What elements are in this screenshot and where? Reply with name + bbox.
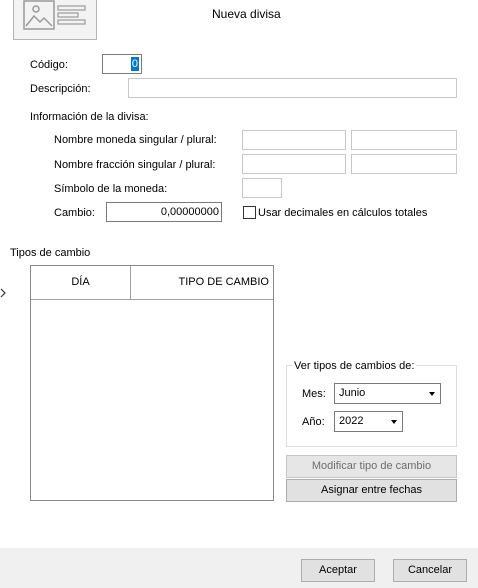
ver-tipos-label: Ver tipos de cambios de: bbox=[292, 359, 417, 373]
codigo-input[interactable]: 0 bbox=[102, 54, 142, 74]
modificar-tipo-button[interactable]: Modificar tipo de cambio bbox=[286, 455, 457, 478]
grid-header-dia[interactable]: DÍA bbox=[31, 266, 131, 299]
nombre-fraccion-plural-input[interactable] bbox=[351, 154, 457, 174]
nombre-moneda-singular-input[interactable] bbox=[242, 130, 346, 150]
descripcion-label: Descripción: bbox=[30, 83, 91, 95]
chevron-down-icon bbox=[391, 420, 397, 424]
ano-select[interactable]: 2022 bbox=[334, 411, 403, 432]
grid-header-dia-label: DÍA bbox=[71, 276, 90, 288]
ano-label: Año: bbox=[302, 416, 325, 428]
nombre-fraccion-label: Nombre fracción singular / plural: bbox=[54, 159, 216, 171]
nombre-fraccion-singular-input[interactable] bbox=[242, 154, 346, 174]
row-pointer-icon bbox=[0, 288, 6, 298]
chevron-down-icon bbox=[429, 392, 435, 396]
tipos-cambio-grid[interactable]: DÍA TIPO DE CAMBIO bbox=[30, 265, 274, 501]
mes-select[interactable]: Junio bbox=[334, 383, 441, 404]
dialog-title: Nueva divisa bbox=[212, 7, 281, 21]
grid-header-tipo-label: TIPO DE CAMBIO bbox=[178, 276, 269, 288]
mes-value: Junio bbox=[339, 387, 366, 399]
codigo-value: 0 bbox=[130, 57, 139, 71]
aceptar-button[interactable]: Aceptar bbox=[301, 559, 375, 582]
cambio-label: Cambio: bbox=[54, 207, 95, 219]
id-card-icon bbox=[13, 0, 97, 40]
simbolo-label: Símbolo de la moneda: bbox=[54, 183, 168, 195]
usar-decimales-label[interactable]: Usar decimales en cálculos totales bbox=[258, 206, 427, 220]
codigo-label: Código: bbox=[30, 59, 68, 71]
nombre-moneda-plural-input[interactable] bbox=[351, 130, 457, 150]
simbolo-input[interactable] bbox=[242, 178, 282, 198]
descripcion-input[interactable] bbox=[128, 78, 457, 98]
tipos-cambio-label: Tipos de cambio bbox=[10, 247, 91, 259]
grid-header: DÍA TIPO DE CAMBIO bbox=[31, 266, 273, 300]
asignar-entre-fechas-button[interactable]: Asignar entre fechas bbox=[286, 479, 457, 502]
info-section-label: Información de la divisa: bbox=[30, 111, 149, 123]
mes-label: Mes: bbox=[302, 388, 326, 400]
cambio-input[interactable]: 0,00000000 bbox=[106, 202, 222, 222]
nombre-moneda-label: Nombre moneda singular / plural: bbox=[54, 134, 217, 146]
cancelar-button[interactable]: Cancelar bbox=[393, 559, 467, 582]
grid-header-tipo[interactable]: TIPO DE CAMBIO bbox=[132, 266, 273, 299]
ano-value: 2022 bbox=[339, 415, 364, 427]
usar-decimales-checkbox[interactable] bbox=[243, 206, 256, 219]
ver-tipos-group bbox=[286, 365, 457, 447]
cambio-value: 0,00000000 bbox=[160, 206, 219, 218]
